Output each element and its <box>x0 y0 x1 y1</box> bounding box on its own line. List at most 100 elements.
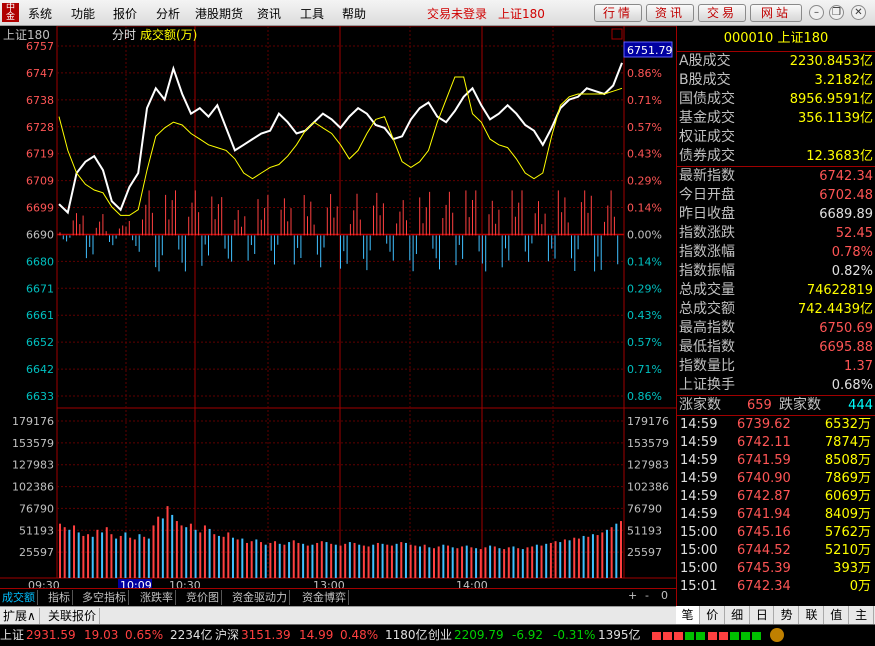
index-row-value: 52.45 <box>835 226 873 241</box>
tick-price: 6741.59 <box>737 453 791 468</box>
close-icon[interactable]: ✕ <box>851 5 866 20</box>
volume-tick-label-right: 179176 <box>627 415 669 428</box>
index-row-label: 最高指数 <box>679 320 735 336</box>
zoom-in-button[interactable]: + <box>628 589 637 602</box>
website-button[interactable]: 网站 <box>750 4 802 22</box>
intraday-chart[interactable]: 67576747 0.86%6738 0.71%6728 0.57%6719 0.43%… <box>0 26 676 588</box>
index-row-value: 6689.89 <box>819 207 873 222</box>
index-row-label: 总成交量 <box>679 282 735 298</box>
tick-price: 6739.62 <box>737 417 791 432</box>
tick-row: 14:59 6741.59 8508万 <box>677 452 875 470</box>
tick-row: 15:01 6742.34 0万 <box>677 578 875 596</box>
indicator-tab[interactable]: 涨跌率 <box>138 590 176 605</box>
index-row-label: 最新指数 <box>679 168 735 184</box>
restore-icon[interactable]: ❐ <box>829 5 844 20</box>
status-index-amount: 2234亿 <box>170 628 213 642</box>
info-panel: 000010 上证180 A股成交 2230.8453亿 B股成交 3.2182亿 国债… <box>676 26 875 606</box>
index-row: 总成交量 74622819 <box>677 281 875 300</box>
panel-tab[interactable]: 笔 <box>676 606 700 624</box>
menu-tools[interactable]: 工具 <box>300 5 324 22</box>
index-row-value: 6750.69 <box>819 321 873 336</box>
percent-tick-label: 0.57% <box>627 121 662 134</box>
trade-button[interactable]: 交易 <box>698 4 746 22</box>
tick-time: 14:59 <box>680 435 718 450</box>
indicator-tab[interactable]: 多空指标 <box>80 590 129 605</box>
extension-tab-bar: 扩展∧ 关联报价 <box>0 606 676 624</box>
status-index-change: 19.03 <box>84 628 119 642</box>
indicator-tab[interactable]: 指标 <box>46 590 73 605</box>
index-row-value: 0.82% <box>831 264 873 279</box>
tick-volume: 0万 <box>849 579 871 594</box>
turnover-row-label: B股成交 <box>679 72 731 88</box>
tick-list[interactable]: 14:59 6739.62 6532万 14:59 6742.11 7874万 14:59 6… <box>677 416 875 596</box>
chart-grid <box>0 26 676 579</box>
turnover-row: 基金成交 356.1139亿 <box>677 109 875 128</box>
panel-tab[interactable]: 日 <box>750 606 775 624</box>
price-tick-label: 6728 <box>26 121 54 134</box>
indicator-tab[interactable]: 资金驱动力 <box>230 590 290 605</box>
percent-tick-label: 0.71% <box>627 363 662 376</box>
menu-analysis[interactable]: 分析 <box>156 5 180 22</box>
price-tick-label: 6642 <box>26 363 54 376</box>
status-index-change: 14.99 <box>299 628 334 642</box>
tick-volume: 5762万 <box>824 525 871 540</box>
index-row-value: 0.78% <box>831 245 873 260</box>
tab-expand[interactable]: 扩展∧ <box>0 608 40 624</box>
tick-time: 15:00 <box>680 561 718 576</box>
indicator-tab[interactable]: 竞价图 <box>184 590 222 605</box>
market-breadth-block <box>752 632 761 640</box>
panel-tab[interactable]: 势 <box>775 606 800 624</box>
market-breadth-block <box>730 632 739 640</box>
chart-maximize-icon[interactable] <box>611 28 623 40</box>
time-tick-label: 14:00 <box>456 579 488 588</box>
menu-news[interactable]: 资讯 <box>257 5 281 22</box>
tick-volume: 7874万 <box>824 435 871 450</box>
status-index-change: -6.92 <box>512 628 544 642</box>
menu-bar: 中金 系统 功能 报价 分析 港股期货 资讯 工具 帮助 交易未登录 上证180… <box>0 0 875 26</box>
tick-time: 15:00 <box>680 525 718 540</box>
menu-quote[interactable]: 报价 <box>113 5 137 22</box>
news-button[interactable]: 资讯 <box>646 4 694 22</box>
index-row-value: 742.4439亿 <box>797 302 873 317</box>
index-row-value: 6702.48 <box>819 188 873 203</box>
menu-function[interactable]: 功能 <box>71 5 95 22</box>
turnover-row-label: 债券成交 <box>679 148 735 164</box>
zoom-reset-button[interactable]: 0 <box>661 589 668 602</box>
market-status-bar: 上证 2931.59 19.03 0.65% 2234亿 沪深 3151.39 14.99 0.… <box>0 624 875 646</box>
tick-price: 6742.11 <box>737 435 791 450</box>
panel-tab[interactable]: 细 <box>726 606 750 624</box>
indicator-tab[interactable]: 资金博弈 <box>300 590 349 605</box>
status-index-amount: 1180亿 <box>385 628 428 642</box>
percent-tick-label: 0.57% <box>627 336 662 349</box>
indicator-tab[interactable]: 成交额 <box>0 590 38 605</box>
tick-volume: 8508万 <box>824 453 871 468</box>
quote-button[interactable]: 行情 <box>594 4 642 22</box>
market-breadth-block <box>674 632 683 640</box>
volume-tick-label: 179176 <box>12 415 54 428</box>
panel-tab[interactable]: 主 <box>850 606 874 624</box>
tick-row: 15:00 6745.39 393万 <box>677 560 875 578</box>
minimize-icon[interactable]: – <box>809 5 824 20</box>
index-row: 指数涨跌 52.45 <box>677 224 875 243</box>
trade-login-status[interactable]: 交易未登录 <box>427 5 487 22</box>
panel-tab[interactable]: 价 <box>701 606 725 624</box>
tick-volume: 6069万 <box>824 489 871 504</box>
index-row-value: 6695.88 <box>819 340 873 355</box>
decline-label: 跌家数 <box>779 397 821 413</box>
tick-price: 6741.94 <box>737 507 791 522</box>
index-row: 上证换手 0.68% <box>677 376 875 395</box>
menu-help[interactable]: 帮助 <box>342 5 366 22</box>
volume-tick-label: 127983 <box>12 459 54 472</box>
percent-tick-label: 0.71% <box>627 94 662 107</box>
volume-tick-label: 76790 <box>19 502 54 515</box>
tab-related-quotes[interactable]: 关联报价 <box>45 608 101 624</box>
volume-tick-label-right: 127983 <box>627 459 669 472</box>
market-breadth-block <box>696 632 705 640</box>
panel-tab[interactable]: 值 <box>825 606 849 624</box>
menu-system[interactable]: 系统 <box>28 5 52 22</box>
alert-icon[interactable] <box>770 628 784 642</box>
menu-hk-futures[interactable]: 港股期货 <box>195 5 243 22</box>
zoom-out-button[interactable]: - <box>645 589 649 602</box>
tick-price: 6744.52 <box>737 543 791 558</box>
panel-tab[interactable]: 联 <box>800 606 824 624</box>
